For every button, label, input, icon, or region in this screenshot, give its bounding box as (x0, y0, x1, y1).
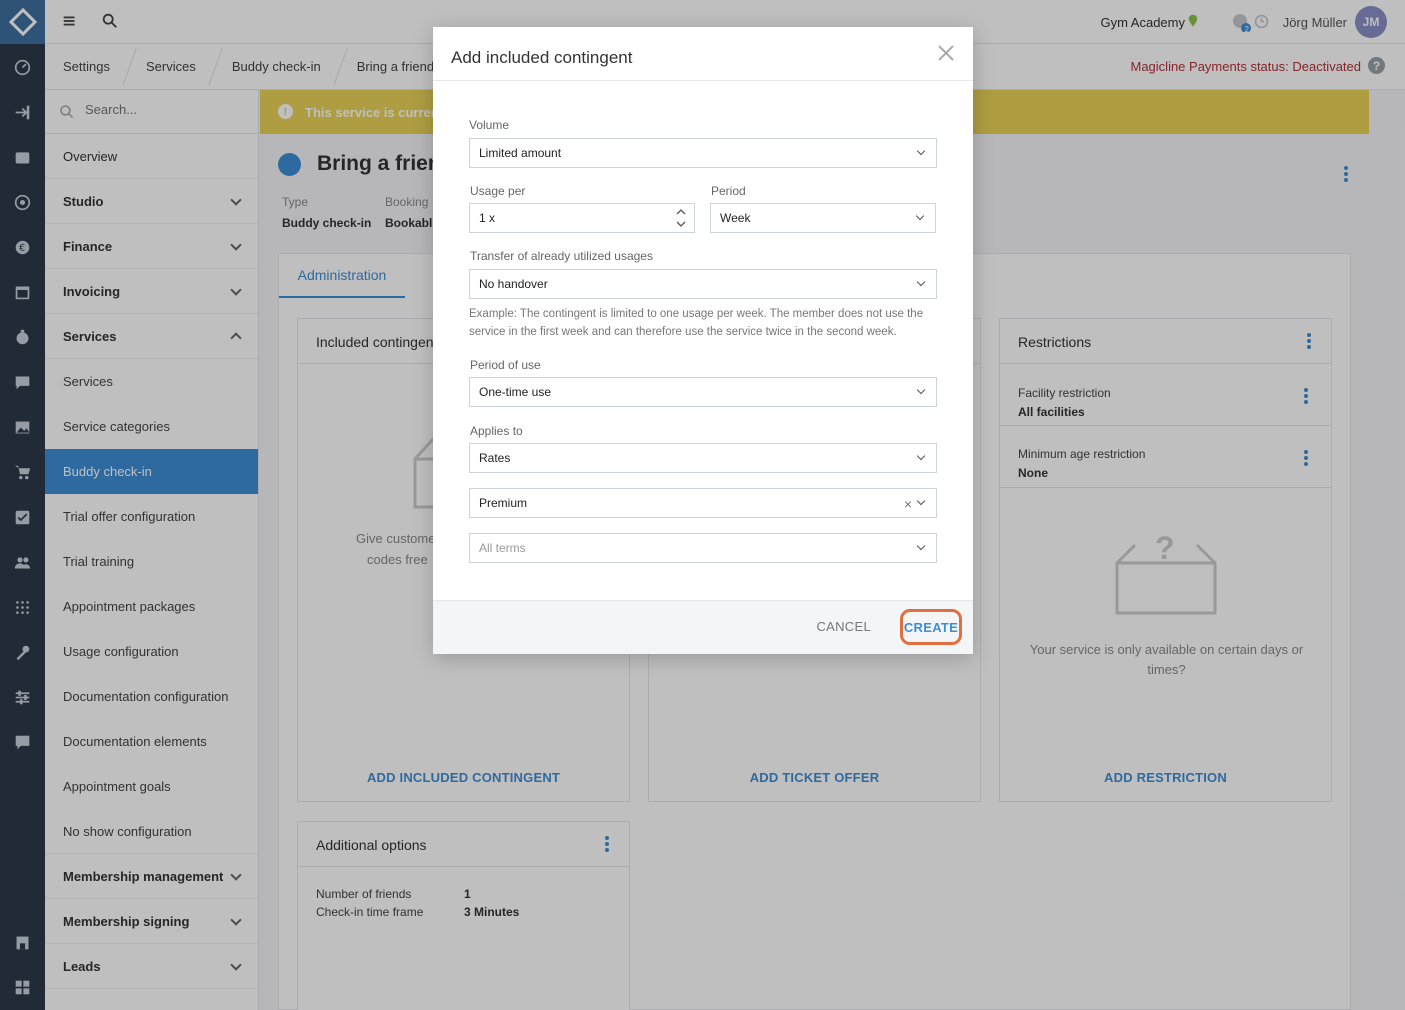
usage-per-value: 1 x (479, 211, 496, 225)
transfer-label: Transfer of already utilized usages (470, 249, 653, 263)
clear-icon[interactable]: × (904, 496, 912, 512)
transfer-select[interactable]: No handover (469, 269, 937, 299)
close-icon[interactable] (937, 44, 955, 62)
usage-per-label: Usage per (470, 184, 526, 198)
dialog-header: Add included contingent (433, 27, 973, 81)
chevron-down-icon (916, 146, 926, 156)
applies-to-value: Rates (479, 451, 511, 465)
chevron-down-icon (916, 541, 926, 551)
dialog-footer: CANCEL CREATE (433, 600, 973, 654)
period-of-use-value: One-time use (479, 385, 552, 399)
rate-value: Premium (479, 496, 528, 510)
usage-per-stepper[interactable]: 1 x (469, 203, 695, 233)
volume-label: Volume (469, 118, 510, 132)
volume-select[interactable]: Limited amount (469, 138, 937, 168)
period-value: Week (720, 211, 751, 225)
terms-placeholder: All terms (479, 541, 526, 555)
period-of-use-label: Period of use (470, 358, 541, 372)
transfer-hint: Example: The contingent is limited to on… (469, 308, 924, 338)
chevron-down-icon (916, 385, 926, 395)
create-button[interactable]: CREATE (900, 609, 962, 645)
stepper-arrows-icon[interactable] (676, 207, 686, 229)
terms-select[interactable]: All terms (469, 533, 937, 563)
transfer-value: No handover (479, 277, 548, 291)
applies-to-select[interactable]: Rates (469, 443, 937, 473)
chevron-down-icon (916, 496, 926, 506)
add-contingent-dialog: Add included contingent Volume Limited a… (433, 27, 973, 654)
cancel-button[interactable]: CANCEL (816, 619, 871, 634)
period-of-use-select[interactable]: One-time use (469, 377, 937, 407)
chevron-down-icon (916, 277, 926, 287)
chevron-down-icon (916, 451, 926, 461)
applies-to-label: Applies to (470, 424, 523, 438)
period-label: Period (711, 184, 746, 198)
rate-select[interactable]: Premium × (469, 488, 937, 518)
period-select[interactable]: Week (710, 203, 936, 233)
chevron-down-icon (915, 211, 925, 221)
volume-value: Limited amount (479, 146, 562, 160)
dialog-title: Add included contingent (451, 48, 633, 67)
